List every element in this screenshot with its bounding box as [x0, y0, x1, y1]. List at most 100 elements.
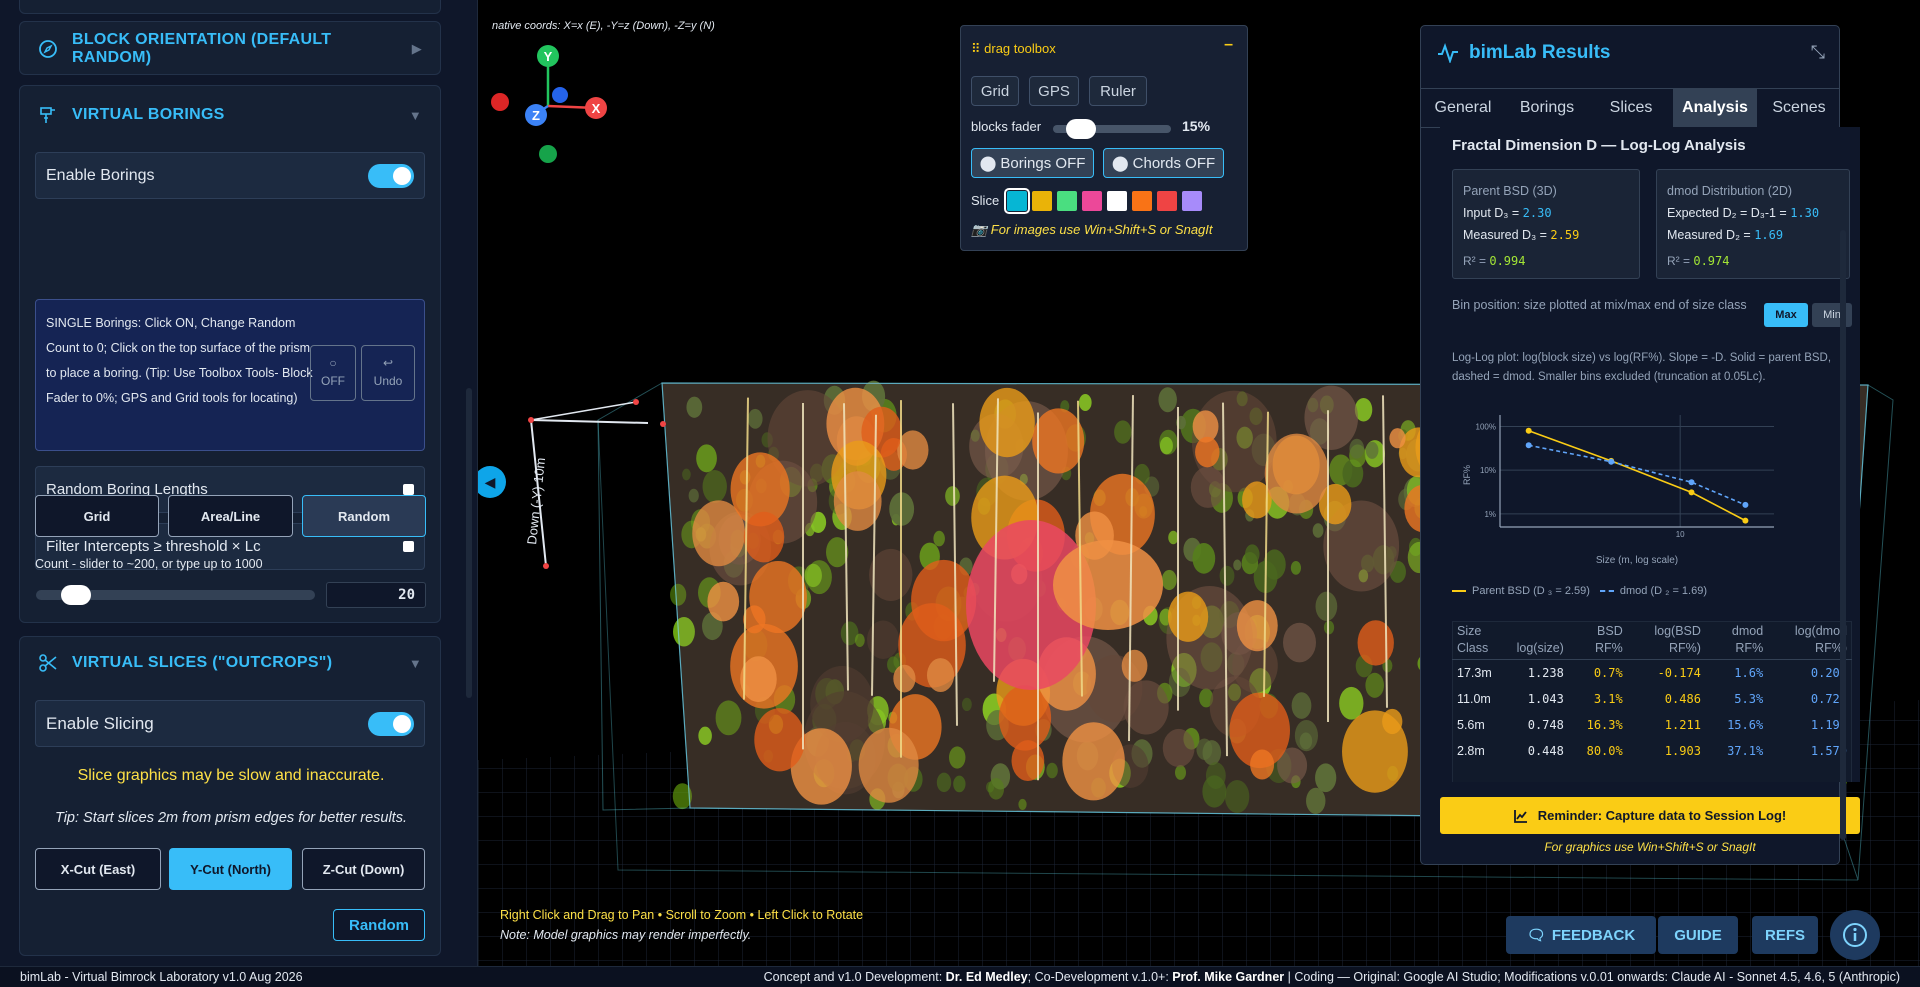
borings-off-button[interactable]: ○ OFF	[310, 345, 356, 401]
drag-toolbox[interactable]: ⠿ drag toolbox – Grid GPS Ruler blocks f…	[960, 25, 1248, 251]
count-input[interactable]: 20	[326, 582, 426, 608]
expected-d2-label: Expected D₂ = D₃-1 =	[1667, 206, 1791, 220]
minimize-panel-icon[interactable]: ⤡	[1811, 42, 1825, 63]
borings-off-text: Borings OFF	[1000, 154, 1086, 172]
bin-min-button[interactable]: Min	[1812, 303, 1852, 327]
slice-color-swatch[interactable]	[1082, 191, 1102, 211]
bin-position-note: Bin position: size plotted at mix/max en…	[1452, 298, 1747, 312]
slice-color-swatch[interactable]	[1132, 191, 1152, 211]
refs-button[interactable]: REFS	[1752, 916, 1818, 954]
random-boring-lengths-checkbox[interactable]	[403, 484, 414, 495]
footer-app-name: bimLab - Virtual Bimrock Laboratory v1.0…	[20, 970, 303, 984]
chevron-down-icon: ▼	[408, 107, 422, 123]
toolbox-title-text: drag toolbox	[984, 41, 1056, 56]
ruler-tool-button[interactable]: Ruler	[1089, 76, 1147, 106]
slice-color-swatch[interactable]	[1032, 191, 1052, 211]
r2-label: R² =	[1463, 254, 1490, 268]
table-header: log(BSD RF%)	[1627, 621, 1706, 660]
chords-off-toggle[interactable]: ⬤ Chords OFF	[1103, 148, 1224, 178]
scale-bar-label: Down (-Y) 10m	[524, 457, 548, 546]
x-cut-button[interactable]: X-Cut (East)	[35, 848, 161, 890]
arrow-left-icon: ◀	[484, 473, 496, 490]
analysis-table: Size Class log(size) BSD RF% log(BSD RF%) dm…	[1452, 621, 1852, 764]
graphics-capture-note: For graphics use Win+Shift+S or SnagIt	[1544, 840, 1756, 854]
enable-borings-toggle[interactable]	[368, 163, 414, 188]
guide-button[interactable]: GUIDE	[1658, 916, 1738, 954]
chevron-down-icon: ▼	[408, 655, 422, 671]
analysis-content: Fractal Dimension D — Log-Log Analysis P…	[1440, 127, 1860, 782]
dmod-title: dmod Distribution (2D)	[1667, 184, 1793, 198]
gps-tool-button[interactable]: GPS	[1029, 76, 1079, 106]
virtual-borings-header[interactable]: VIRTUAL BORINGS ▼	[20, 86, 440, 144]
table-cell: 0.7%	[1593, 665, 1623, 680]
drill-icon	[38, 105, 58, 125]
activity-icon	[1438, 43, 1458, 63]
toolbox-minimize-button[interactable]: –	[1224, 36, 1233, 54]
chart-y-tick: 1%	[1484, 510, 1496, 519]
table-cell: 0.486	[1664, 691, 1701, 706]
block-orientation-header[interactable]: BLOCK ORIENTATION (DEFAULT RANDOM) ▶	[20, 22, 440, 76]
tab-analysis[interactable]: Analysis	[1673, 89, 1757, 127]
tab-borings[interactable]: Borings	[1505, 89, 1589, 127]
navigation-help: Right Click and Drag to Pan • Scroll to …	[500, 908, 864, 922]
blocks-fader-track[interactable]	[1053, 119, 1171, 139]
slice-color-swatch[interactable]	[1057, 191, 1077, 211]
left-scrollbar[interactable]	[466, 388, 472, 698]
blocks-fader-value: 15%	[1182, 118, 1211, 134]
table-cell: 1.238	[1527, 665, 1564, 680]
table-cell: 3.1%	[1593, 691, 1623, 706]
mode-random-button[interactable]: Random	[302, 495, 426, 537]
filter-intercepts-checkbox[interactable]	[403, 541, 414, 552]
count-label: Count - slider to ~200, or type up to 10…	[35, 557, 263, 571]
legend-parent-label: Parent BSD (D ₃ = 2.59)	[1472, 585, 1590, 597]
analysis-heading: Fractal Dimension D — Log-Log Analysis	[1452, 137, 1746, 154]
borings-off-label: OFF	[321, 374, 345, 388]
chat-icon: 🗨	[1526, 927, 1546, 944]
tab-general[interactable]: General	[1421, 89, 1505, 127]
loglog-plot-note: Log-Log plot: log(block size) vs log(RF%…	[1452, 352, 1832, 383]
grid-tool-button[interactable]: Grid	[971, 76, 1019, 106]
block-orientation-section[interactable]: BLOCK ORIENTATION (DEFAULT RANDOM) ▶	[19, 21, 441, 75]
tab-scenes[interactable]: Scenes	[1757, 89, 1839, 127]
slice-color-swatch[interactable]	[1107, 191, 1127, 211]
virtual-slices-header[interactable]: VIRTUAL SLICES ("OUTCROPS") ▼	[20, 637, 440, 689]
info-button[interactable]	[1830, 910, 1880, 960]
table-cell: 37.1%	[1727, 743, 1764, 758]
mode-grid-button[interactable]: Grid	[35, 495, 159, 537]
r2-value: 0.994	[1489, 254, 1526, 268]
borings-off-toggle[interactable]: ⬤ Borings OFF	[971, 148, 1094, 178]
blocks-fader-label: blocks fader	[971, 119, 1042, 134]
slice-color-swatch[interactable]	[1157, 191, 1177, 211]
collapsed-section-above	[19, 0, 441, 14]
slice-random-button[interactable]: Random	[333, 909, 425, 941]
undo-button[interactable]: ↩ Undo	[361, 345, 415, 401]
slice-color-swatch[interactable]	[1004, 188, 1030, 214]
tab-slices[interactable]: Slices	[1589, 89, 1673, 127]
credit-codev: ; Co-Development v.1.0+:	[1027, 970, 1173, 984]
table-row: 11.0m 1.043 3.1% 0.486 5.3% 0.725	[1452, 686, 1852, 712]
session-log-reminder-button[interactable]: Reminder: Capture data to Session Log!	[1440, 797, 1860, 834]
bin-max-button[interactable]: Max	[1764, 303, 1808, 327]
slice-color-swatch[interactable]	[1182, 191, 1202, 211]
toolbox-images-note: 📷 For images use Win+Shift+S or SnagIt	[971, 222, 1213, 237]
mode-area-line-button[interactable]: Area/Line	[168, 495, 293, 537]
chart-icon	[1513, 809, 1527, 823]
chart-point	[1525, 442, 1532, 449]
input-d3-value: 2.30	[1522, 206, 1552, 220]
enable-slicing-toggle[interactable]	[368, 711, 414, 736]
chevron-right-icon: ▶	[411, 41, 422, 56]
count-slider-thumb[interactable]	[60, 585, 91, 605]
z-cut-button[interactable]: Z-Cut (Down)	[302, 848, 425, 890]
toolbox-title[interactable]: ⠿ drag toolbox	[971, 41, 1056, 57]
credit-gardner: Prof. Mike Gardner	[1172, 970, 1285, 984]
results-scrollbar[interactable]	[1840, 230, 1846, 840]
feedback-button[interactable]: 🗨 FEEDBACK	[1506, 916, 1656, 954]
y-cut-button[interactable]: Y-Cut (North)	[169, 848, 292, 890]
results-title: bimLab Results	[1437, 42, 1610, 64]
table-cell: 1.211	[1664, 717, 1701, 732]
credit-medley: Dr. Ed Medley	[945, 970, 1028, 984]
count-slider-track[interactable]	[36, 585, 315, 605]
blocks-fader-thumb[interactable]	[1066, 119, 1097, 139]
table-cell: -0.174	[1657, 665, 1701, 680]
table-row: 5.6m 0.748 16.3% 1.211 15.6% 1.195	[1452, 712, 1852, 738]
